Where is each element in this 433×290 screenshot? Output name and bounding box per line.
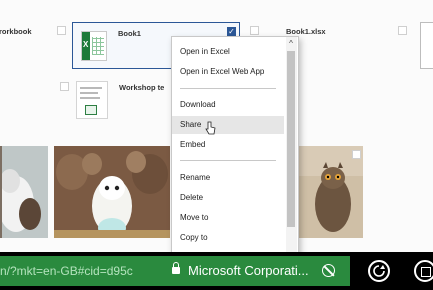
scroll-up-icon[interactable]: ^	[287, 40, 295, 48]
file-checkbox-book1xlsx[interactable]	[250, 26, 259, 35]
site-identity[interactable]: Microsoft Corporati...	[188, 263, 309, 278]
menu-item-embed[interactable]: Embed	[172, 136, 284, 154]
menu-item-open-in-excel-web-app[interactable]: Open in Excel Web App	[172, 63, 284, 81]
checkbox-checked-icon[interactable]: ✓	[227, 27, 236, 36]
lock-icon	[172, 262, 180, 274]
tabs-icon[interactable]	[414, 260, 433, 282]
menu-divider	[180, 160, 276, 161]
refresh-icon[interactable]	[368, 260, 390, 282]
photo-tile-owl-2[interactable]	[297, 146, 363, 238]
file-checkbox-workshop[interactable]	[60, 82, 69, 91]
context-menu: Open in Excel Open in Excel Web App Down…	[171, 36, 299, 256]
file-checkbox-right[interactable]	[398, 26, 407, 35]
address-url[interactable]: n/?mkt=en-GB#cid=d95c	[0, 264, 133, 278]
file-tile-right[interactable]	[420, 22, 433, 69]
photo-checkbox[interactable]	[352, 150, 361, 159]
file-checkbox-workbook[interactable]	[57, 26, 66, 35]
cursor-icon	[205, 121, 216, 135]
file-label-book1: Book1	[118, 29, 141, 38]
block-icon[interactable]	[322, 264, 335, 277]
document-icon	[76, 81, 108, 119]
menu-item-open-in-excel[interactable]: Open in Excel	[172, 43, 284, 61]
menu-item-rename[interactable]: Rename	[172, 169, 284, 187]
address-bar[interactable]: n/?mkt=en-GB#cid=d95c Microsoft Corporat…	[0, 256, 350, 286]
file-label-workshop[interactable]: Workshop te	[119, 83, 164, 92]
file-label-workbook[interactable]: rorkbook	[0, 27, 32, 36]
menu-item-copy-to[interactable]: Copy to	[172, 229, 284, 247]
excel-file-icon: X	[81, 31, 107, 61]
menu-item-delete[interactable]: Delete	[172, 189, 284, 207]
menu-item-download[interactable]: Download	[172, 96, 284, 114]
file-label-book1xlsx[interactable]: Book1.xlsx	[286, 27, 326, 36]
photo-tile-left[interactable]	[0, 146, 48, 238]
photo-tile-owl[interactable]	[54, 146, 170, 238]
menu-item-move-to[interactable]: Move to	[172, 209, 284, 227]
menu-item-share[interactable]: Share	[172, 116, 284, 134]
photo-tile-empty	[366, 146, 433, 238]
menu-scrollbar-thumb[interactable]	[287, 51, 295, 227]
menu-divider	[180, 88, 276, 89]
screen: rorkbook X Book1 ✓ Book1.xlsx Workshop t…	[0, 0, 433, 290]
